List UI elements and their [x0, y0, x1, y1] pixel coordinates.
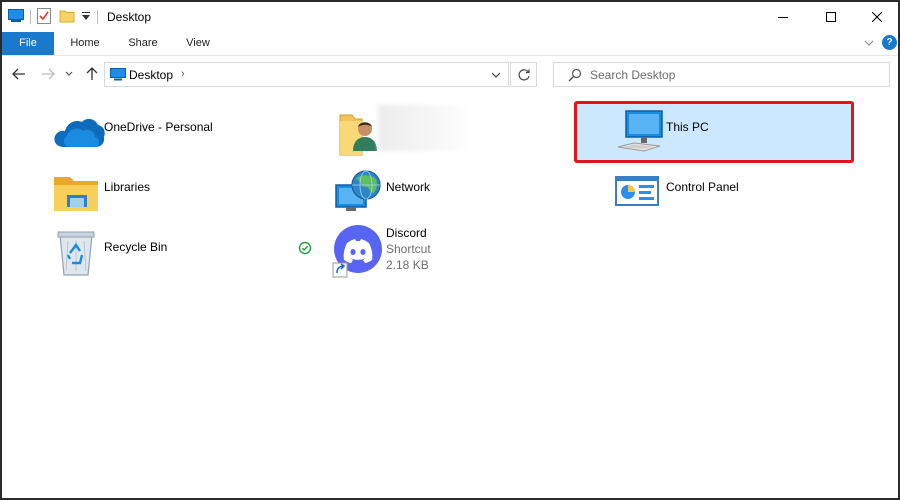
list-item-this-pc[interactable]: This PC [612, 105, 882, 163]
list-item-discord[interactable]: Discord Shortcut 2.18 KB [332, 225, 602, 283]
desktop-window-icon [8, 8, 24, 26]
forward-button[interactable] [39, 65, 57, 83]
chevron-down-icon [65, 71, 73, 76]
properties-icon[interactable] [37, 7, 51, 27]
close-icon [872, 12, 882, 22]
expand-ribbon-button[interactable] [862, 36, 876, 50]
toolbar-divider [97, 10, 98, 24]
redacted-name [378, 105, 473, 151]
item-name: Control Panel [666, 180, 739, 194]
address-bar[interactable]: Desktop › [104, 62, 509, 87]
network-globe-icon [335, 170, 381, 211]
customize-toolbar-icon[interactable] [81, 10, 91, 25]
discord-icon [332, 225, 382, 278]
desktop-icon [110, 68, 126, 81]
arrow-up-icon [86, 67, 98, 80]
control-panel-icon [615, 176, 659, 206]
address-history-button[interactable] [489, 69, 503, 81]
list-item-libraries[interactable]: Libraries [50, 165, 320, 223]
item-type: Shortcut [386, 242, 431, 256]
item-name: Discord [386, 226, 427, 240]
help-button[interactable]: ? [882, 35, 897, 50]
close-button[interactable] [854, 2, 898, 32]
up-button[interactable] [83, 65, 101, 83]
search-icon [568, 68, 582, 82]
item-name: Recycle Bin [104, 240, 168, 254]
desktop-items-view: OneDrive - Personal This PC Libraries Ne… [2, 93, 898, 498]
back-button[interactable] [10, 65, 28, 83]
item-name: OneDrive - Personal [104, 120, 213, 134]
chevron-down-icon [491, 72, 501, 78]
refresh-icon [518, 68, 530, 80]
navigation-bar: Desktop › [2, 57, 898, 93]
sync-status-check-icon [298, 241, 312, 255]
item-name: This PC [666, 120, 709, 134]
search-input[interactable] [590, 66, 880, 84]
window-title: Desktop [107, 10, 152, 24]
tab-view[interactable]: View [176, 32, 220, 55]
maximize-button[interactable] [808, 2, 854, 32]
title-bar: Desktop [2, 2, 898, 32]
breadcrumb-chevron[interactable]: › [181, 68, 185, 80]
ribbon-tabs: File Home Share View ? [2, 32, 898, 56]
arrow-left-icon [12, 68, 25, 80]
arrow-right-icon [42, 68, 55, 80]
list-item-user-folder[interactable] [332, 105, 602, 163]
tab-share[interactable]: Share [120, 32, 166, 55]
minimize-button[interactable] [760, 2, 806, 32]
item-name: Network [386, 180, 431, 194]
list-item-network[interactable]: Network [332, 165, 602, 223]
onedrive-cloud-icon [54, 118, 105, 147]
quick-access-toolbar [8, 7, 104, 27]
search-box[interactable] [553, 62, 890, 87]
item-size: 2.18 KB [386, 258, 429, 272]
minimize-icon [778, 17, 788, 18]
refresh-button[interactable] [510, 62, 537, 87]
address-location[interactable]: Desktop [129, 68, 173, 82]
list-item-recycle-bin[interactable]: Recycle Bin [50, 225, 320, 283]
maximize-icon [826, 12, 836, 22]
item-name: Libraries [104, 180, 151, 194]
file-explorer-window: Desktop File Home Share View ? Desktop ›… [0, 0, 900, 500]
libraries-folder-icon [54, 177, 98, 211]
list-item-onedrive[interactable]: OneDrive - Personal [50, 105, 320, 163]
recent-locations-button[interactable] [63, 65, 75, 83]
computer-icon [617, 110, 663, 152]
new-folder-icon[interactable] [59, 8, 75, 27]
recycle-bin-icon [57, 231, 95, 276]
chevron-down-icon [864, 40, 874, 46]
tab-home[interactable]: Home [60, 32, 110, 55]
list-item-control-panel[interactable]: Control Panel [612, 165, 882, 223]
tab-file[interactable]: File [2, 32, 54, 55]
toolbar-divider [30, 10, 31, 24]
